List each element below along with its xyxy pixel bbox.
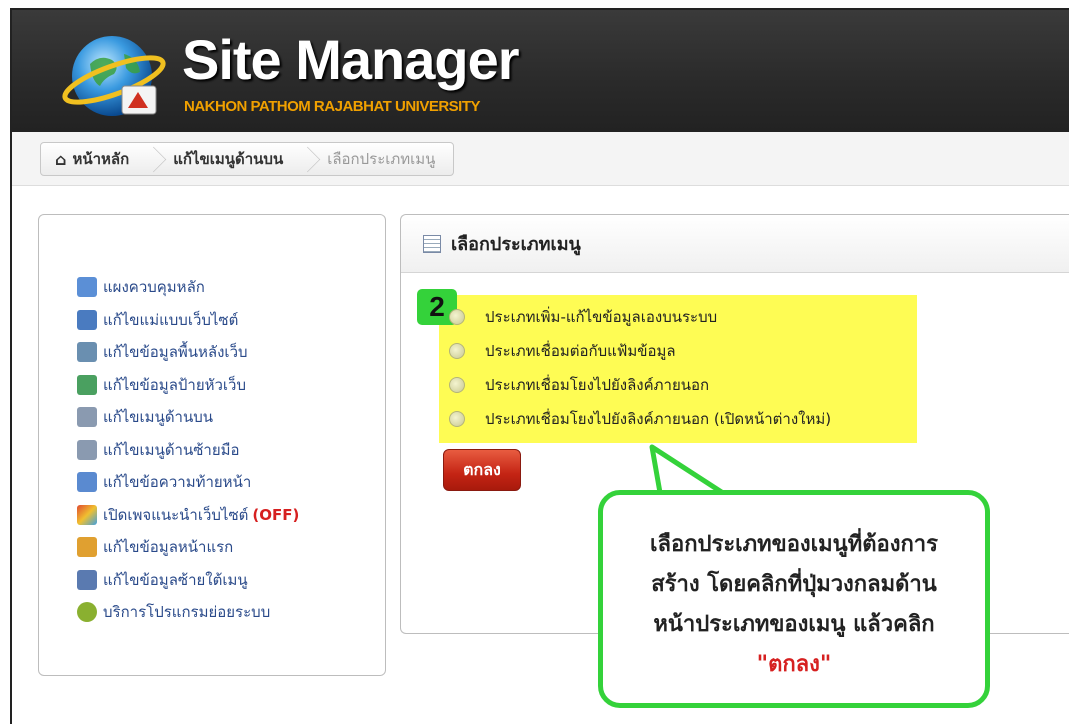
- breadcrumb-bar: ⌂ หน้าหลัก แก้ไขเมนูด้านบน เลือกประเภทเม…: [12, 132, 1069, 186]
- sidebar-item-label: แก้ไขเมนูด้านบน: [103, 408, 214, 427]
- sidebar: แผงควบคุมหลัก แก้ไขแม่แบบเว็บไซต์ แก้ไขข…: [38, 214, 386, 676]
- banner-icon: [77, 374, 97, 395]
- sidebar-item-background[interactable]: แก้ไขข้อมูลพื้นหลังเว็บ: [77, 336, 299, 369]
- sidebar-item-label: แก้ไขเมนูด้านซ้ายมือ: [103, 440, 240, 459]
- radio-label: ประเภทเพิ่ม-แก้ไขข้อมูลเองบนระบบ: [485, 308, 718, 326]
- sidebar-item-label: แก้ไขข้อมูลป้ายหัวเว็บ: [103, 375, 247, 394]
- radio-option-external-link-new-window[interactable]: ประเภทเชื่อมโยงไปยังลิงค์ภายนอก (เปิดหน้…: [449, 407, 831, 431]
- callout-line: หน้าประเภทของเมนู แล้วคลิก: [653, 612, 935, 637]
- sidebar-item-intro-page[interactable]: เปิดเพจแนะนำเว็บไซต์ (OFF): [77, 499, 299, 532]
- breadcrumb-separator: [301, 143, 313, 177]
- footer-icon: [77, 472, 97, 493]
- radio-option-edit-content[interactable]: ประเภทเพิ่ม-แก้ไขข้อมูลเองบนระบบ: [449, 305, 717, 329]
- sidebar-item-top-menu[interactable]: แก้ไขเมนูด้านบน: [77, 401, 299, 434]
- breadcrumb-top-menu[interactable]: แก้ไขเมนูด้านบน: [159, 143, 301, 175]
- background-icon: [77, 342, 97, 363]
- radio-button[interactable]: [449, 309, 465, 325]
- radio-option-external-link[interactable]: ประเภทเชื่อมโยงไปยังลิงค์ภายนอก: [449, 373, 709, 397]
- breadcrumb-label: เลือกประเภทเมนู: [327, 150, 436, 168]
- breadcrumb-home[interactable]: ⌂ หน้าหลัก: [41, 143, 147, 175]
- dashboard-icon: [77, 277, 97, 298]
- sidebar-item-label: แก้ไขข้อมูลพื้นหลังเว็บ: [103, 343, 248, 362]
- ok-button[interactable]: ตกลง: [443, 449, 521, 491]
- home-page-icon: [77, 537, 97, 558]
- left-under-menu-icon: [77, 569, 97, 590]
- sidebar-item-left-under-menu[interactable]: แก้ไขข้อมูลซ้ายใต้เมนู: [77, 564, 299, 597]
- top-menu-icon: [77, 407, 97, 428]
- breadcrumb-separator: [147, 143, 159, 177]
- radio-label: ประเภทเชื่อมต่อกับแฟ้มข้อมูล: [485, 342, 676, 360]
- sidebar-item-label: แก้ไขข้อมูลซ้ายใต้เมนู: [103, 570, 248, 589]
- sidebar-item-left-menu[interactable]: แก้ไขเมนูด้านซ้ายมือ: [77, 434, 299, 467]
- instruction-callout: เลือกประเภทของเมนูที่ต้องการ สร้าง โดยคล…: [598, 490, 990, 708]
- radio-button[interactable]: [449, 343, 465, 359]
- sidebar-item-label: แผงควบคุมหลัก: [103, 278, 205, 297]
- sidebar-item-label: แก้ไขข้อมูลหน้าแรก: [103, 538, 234, 557]
- site-title: Site Manager: [182, 28, 520, 91]
- callout-line: เลือกประเภทของเมนูที่ต้องการ: [650, 532, 938, 557]
- home-icon: ⌂: [55, 149, 67, 169]
- sidebar-item-template[interactable]: แก้ไขแม่แบบเว็บไซต์: [77, 304, 299, 337]
- sidebar-item-label: แก้ไขข้อความท้ายหน้า: [103, 473, 252, 492]
- sidebar-item-label: เปิดเพจแนะนำเว็บไซต์: [103, 505, 249, 524]
- intro-page-icon: [77, 504, 97, 525]
- radio-option-file-link[interactable]: ประเภทเชื่อมต่อกับแฟ้มข้อมูล: [449, 339, 676, 363]
- sidebar-item-footer[interactable]: แก้ไขข้อความท้ายหน้า: [77, 466, 299, 499]
- app-window: Site Manager NAKHON PATHOM RAJABHAT UNIV…: [10, 8, 1069, 724]
- radio-button[interactable]: [449, 411, 465, 427]
- callout-line: สร้าง โดยคลิกที่ปุ่มวงกลมด้าน: [651, 572, 937, 597]
- breadcrumb: ⌂ หน้าหลัก แก้ไขเมนูด้านบน เลือกประเภทเม…: [40, 142, 455, 177]
- breadcrumb-current: เลือกประเภทเมนู: [313, 143, 453, 175]
- radio-label: ประเภทเชื่อมโยงไปยังลิงค์ภายนอก (เปิดหน้…: [485, 410, 832, 428]
- radio-button[interactable]: [449, 377, 465, 393]
- sidebar-item-dashboard[interactable]: แผงควบคุมหลัก: [77, 271, 299, 304]
- sidebar-item-home-page[interactable]: แก้ไขข้อมูลหน้าแรก: [77, 531, 299, 564]
- status-badge: (OFF): [252, 505, 300, 524]
- sidebar-item-banner[interactable]: แก้ไขข้อมูลป้ายหัวเว็บ: [77, 369, 299, 402]
- breadcrumb-label: หน้าหลัก: [72, 150, 130, 168]
- document-icon: [423, 234, 441, 253]
- panel-header: เลือกประเภทเมนู: [401, 215, 1069, 273]
- sidebar-menu: แผงควบคุมหลัก แก้ไขแม่แบบเว็บไซต์ แก้ไขข…: [77, 271, 299, 629]
- callout-emphasis: "ตกลง": [756, 652, 832, 677]
- left-menu-icon: [77, 439, 97, 460]
- radio-label: ประเภทเชื่อมโยงไปยังลิงค์ภายนอก: [485, 376, 710, 394]
- sidebar-item-package[interactable]: บริการโปรแกรมย่อยระบบ: [77, 596, 299, 629]
- site-header: Site Manager NAKHON PATHOM RAJABHAT UNIV…: [12, 10, 1069, 132]
- sidebar-item-label: แก้ไขแม่แบบเว็บไซต์: [103, 310, 239, 329]
- options-highlight: 2 ประเภทเพิ่ม-แก้ไขข้อมูลเองบนระบบ ประเภ…: [417, 289, 917, 443]
- package-icon: [77, 602, 97, 623]
- panel-title: เลือกประเภทเมนู: [451, 234, 581, 255]
- breadcrumb-label: แก้ไขเมนูด้านบน: [173, 150, 284, 168]
- template-icon: [77, 309, 97, 330]
- site-subtitle: NAKHON PATHOM RAJABHAT UNIVERSITY: [184, 98, 481, 115]
- sidebar-item-label: บริการโปรแกรมย่อยระบบ: [103, 603, 271, 622]
- globe-logo-icon: [62, 36, 166, 116]
